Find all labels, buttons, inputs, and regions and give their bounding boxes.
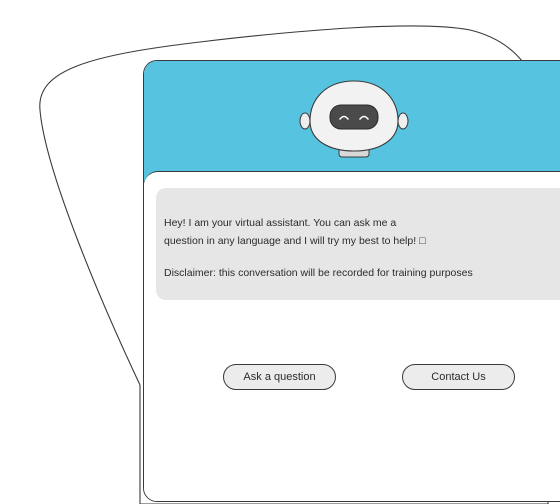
- greeting-line-1: Hey! I am your virtual assistant. You ca…: [164, 217, 397, 229]
- greeting-line-2: question in any language and I will try …: [164, 235, 426, 247]
- robot-avatar-icon: [299, 80, 409, 158]
- ask-question-button[interactable]: Ask a question: [223, 364, 336, 390]
- disclaimer-text: Disclaimer: this conversation will be re…: [164, 267, 473, 279]
- chat-widget: Hey! I am your virtual assistant. You ca…: [143, 60, 560, 502]
- contact-us-button[interactable]: Contact Us: [402, 364, 515, 390]
- chat-header: [144, 61, 560, 182]
- chat-body: Hey! I am your virtual assistant. You ca…: [144, 171, 560, 501]
- assistant-message: Hey! I am your virtual assistant. You ca…: [156, 188, 560, 300]
